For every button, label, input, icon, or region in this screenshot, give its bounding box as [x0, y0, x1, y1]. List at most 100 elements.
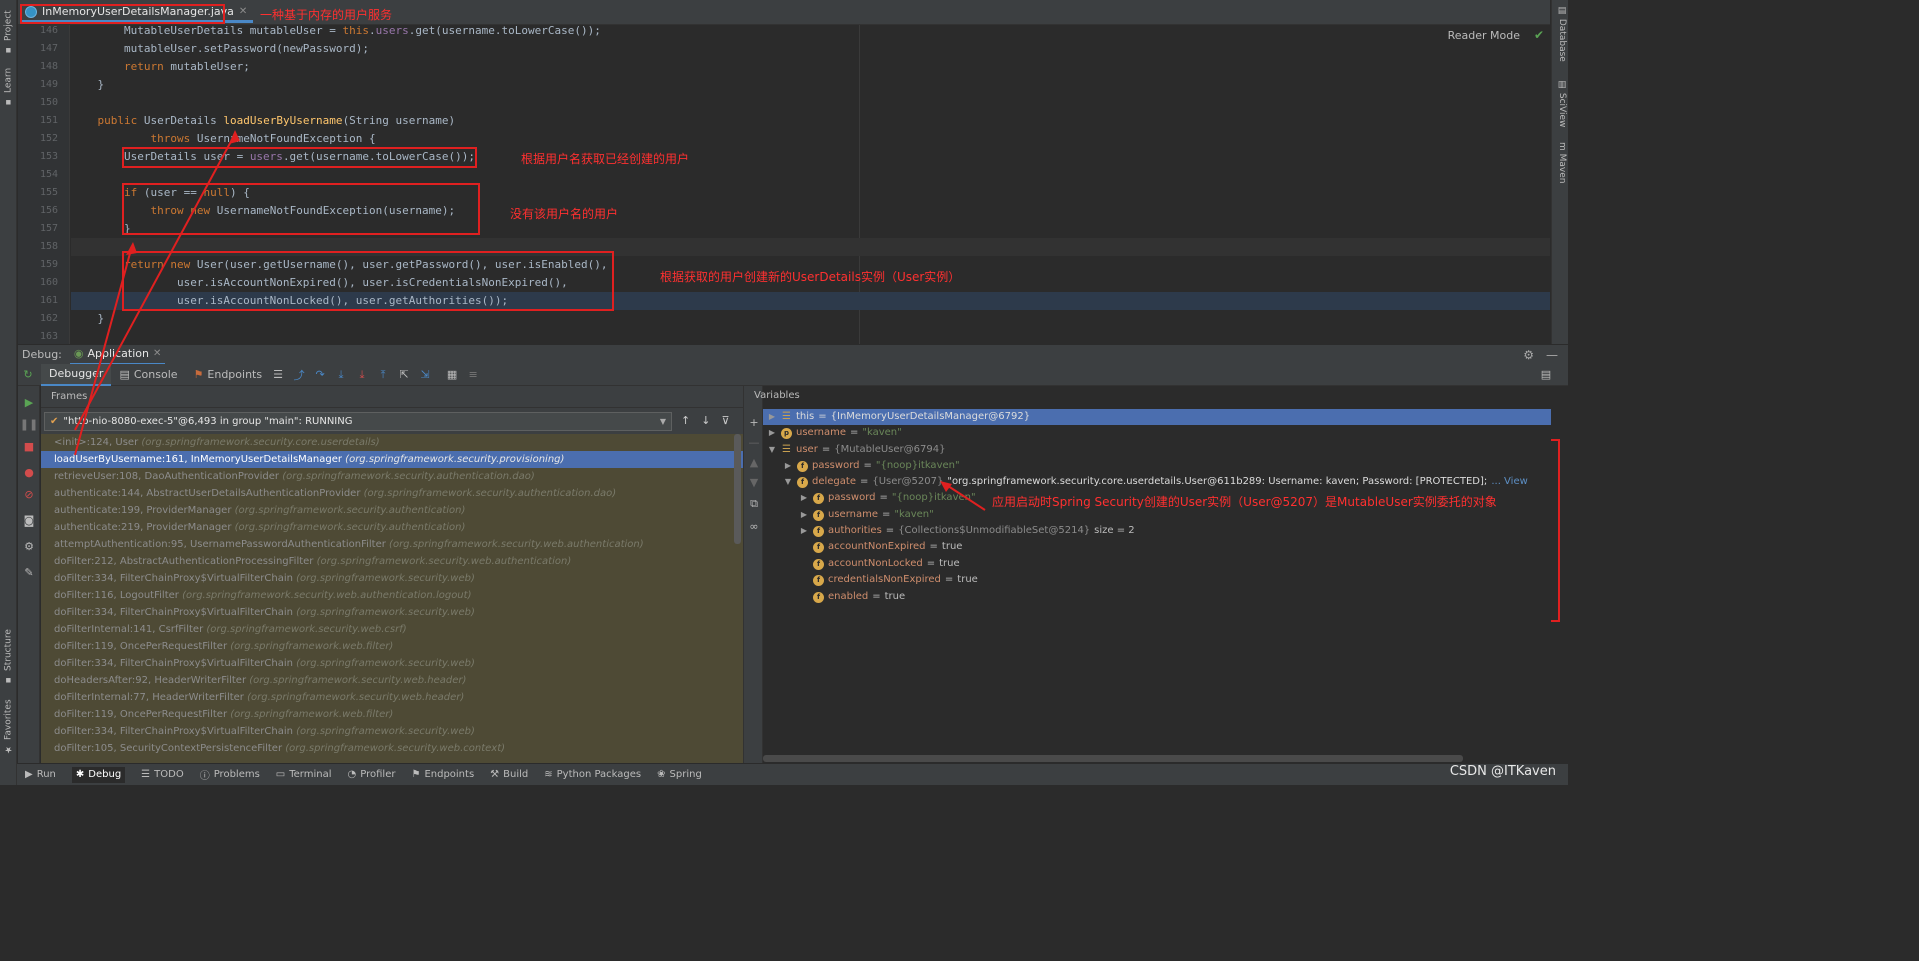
trace-icon[interactable]: ≡: [465, 364, 481, 386]
frame-row[interactable]: doFilterInternal:77, HeaderWriterFilter …: [41, 689, 743, 706]
application-run-tab[interactable]: ◉ Application ✕: [69, 345, 166, 365]
project-tool-tab[interactable]: ▪ Project: [0, 8, 17, 58]
evaluate-icon[interactable]: ▦: [444, 364, 460, 386]
database-tool-tab[interactable]: ▤ Database: [1554, 6, 1567, 62]
frame-row[interactable]: doFilter:334, FilterChainProxy$VirtualFi…: [41, 604, 743, 621]
step-into-icon[interactable]: ⤓: [333, 364, 349, 386]
code-line[interactable]: throws UsernameNotFoundException {: [71, 130, 1550, 148]
frame-row[interactable]: doFilter:119, OncePerRequestFilter (org.…: [41, 638, 743, 655]
frame-row[interactable]: doFilter:212, AbstractAuthenticationProc…: [41, 553, 743, 570]
maven-tool-tab[interactable]: m Maven: [1554, 142, 1567, 184]
code-line[interactable]: mutableUser.setPassword(newPassword);: [71, 40, 1550, 58]
mute-breakpoints-icon[interactable]: ⊘: [21, 486, 37, 502]
code-line[interactable]: return mutableUser;: [71, 58, 1550, 76]
drop-frame-icon[interactable]: ⇱: [396, 364, 412, 386]
var-row-account-non-locked[interactable]: f accountNonLocked = true: [763, 556, 1551, 572]
move-down-icon[interactable]: ▼: [746, 474, 762, 490]
rerun-icon[interactable]: ↻: [20, 364, 36, 386]
code-line[interactable]: MutableUserDetails mutableUser = this.us…: [71, 25, 1550, 40]
pin-icon[interactable]: ✎: [21, 564, 37, 580]
chevron-right-icon[interactable]: ▶: [767, 409, 777, 425]
tab-console[interactable]: ▤ Console: [111, 364, 185, 386]
frame-row[interactable]: doFilter:116, LogoutFilter (org.springfr…: [41, 587, 743, 604]
learn-tool-tab[interactable]: ▪ Learn: [0, 66, 17, 108]
frame-row[interactable]: attemptAuthentication:95, UsernamePasswo…: [41, 536, 743, 553]
frame-row[interactable]: doFilter:105, SecurityContextPersistence…: [41, 740, 743, 757]
close-icon[interactable]: ✕: [153, 348, 161, 359]
step-over-icon[interactable]: ↷: [312, 364, 328, 386]
frame-row[interactable]: authenticate:144, AbstractUserDetailsAut…: [41, 485, 743, 502]
var-row-delegate[interactable]: ▼ f delegate = {User@5207} "org.springfr…: [763, 474, 1551, 490]
chevron-right-icon[interactable]: ▶: [783, 458, 793, 474]
camera-icon[interactable]: ◙: [21, 512, 37, 528]
var-row-authorities[interactable]: ▶ f authorities = {Collections$Unmodifia…: [763, 523, 1551, 539]
code-line[interactable]: [71, 166, 1550, 184]
stop-icon[interactable]: ■: [21, 438, 37, 454]
view-breakpoints-icon[interactable]: ●: [21, 464, 37, 480]
layout-icon[interactable]: ▤: [1538, 364, 1554, 386]
code-line[interactable]: }: [71, 310, 1550, 328]
favorites-tool-tab[interactable]: ★ Favorites: [0, 698, 17, 756]
code-line[interactable]: public UserDetails loadUserByUsername(St…: [71, 112, 1550, 130]
toolwindow-todo[interactable]: ☰ TODO: [141, 769, 184, 780]
frame-row[interactable]: authenticate:219, ProviderManager (org.s…: [41, 519, 743, 536]
view-link[interactable]: ... View: [1491, 474, 1527, 490]
arrow-down-icon[interactable]: ↓: [701, 414, 710, 427]
toolwindow-profiler[interactable]: ◔ Profiler: [348, 769, 396, 780]
frame-row[interactable]: doFilter:119, OncePerRequestFilter (org.…: [41, 706, 743, 723]
filter-icon[interactable]: ⊽: [721, 414, 729, 427]
variables-scrollbar[interactable]: [763, 755, 1463, 762]
toolwindow-problems[interactable]: ⓘ Problems: [200, 767, 260, 782]
frame-row[interactable]: doHeadersAfter:92, HeaderWriterFilter (o…: [41, 672, 743, 689]
var-row-user[interactable]: ▼ ☰ user = {MutableUser@6794}: [763, 442, 1551, 458]
copy-icon[interactable]: ⧉: [746, 496, 762, 512]
remove-watch-icon[interactable]: —: [746, 434, 762, 450]
toolwindow-python-packages[interactable]: ≋ Python Packages: [544, 769, 641, 780]
frame-row[interactable]: doFilter:334, FilterChainProxy$VirtualFi…: [41, 570, 743, 587]
sciview-tool-tab[interactable]: ▥ SciView: [1554, 80, 1567, 127]
tab-endpoints[interactable]: ⚑ Endpoints: [186, 364, 271, 386]
frame-row[interactable]: doFilterInternal:141, CsrfFilter (org.sp…: [41, 621, 743, 638]
var-row-enabled[interactable]: f enabled = true: [763, 589, 1551, 605]
code-line[interactable]: [71, 328, 1550, 345]
frame-row[interactable]: doFilter:334, FilterChainProxy$VirtualFi…: [41, 723, 743, 740]
toolwindow-terminal[interactable]: ▭ Terminal: [276, 769, 332, 780]
structure-tool-tab[interactable]: ▪ Structure: [0, 628, 17, 686]
pause-icon[interactable]: ❚❚: [20, 416, 38, 432]
toolwindow-endpoints[interactable]: ⚑ Endpoints: [411, 769, 474, 780]
frame-row[interactable]: retrieveUser:108, DaoAuthenticationProvi…: [41, 468, 743, 485]
run-to-cursor-icon[interactable]: ⇲: [417, 364, 433, 386]
settings-icon[interactable]: ⚙: [21, 538, 37, 554]
toolwindow-build[interactable]: ⚒ Build: [490, 769, 528, 780]
move-up-icon[interactable]: ▲: [746, 454, 762, 470]
chevron-right-icon[interactable]: ▶: [799, 523, 809, 539]
toolwindow-run[interactable]: ▶ Run: [25, 769, 56, 780]
frame-row[interactable]: <init>:124, User (org.springframework.se…: [41, 434, 743, 451]
reader-mode-toggle[interactable]: Reader Mode: [1448, 29, 1520, 42]
var-row-username[interactable]: ▶ p username = "kaven": [763, 425, 1551, 441]
menu-lines-icon[interactable]: ☰: [270, 364, 286, 386]
frames-list[interactable]: <init>:124, User (org.springframework.se…: [41, 434, 743, 764]
var-row-password[interactable]: ▶ f password = "{noop}itkaven": [763, 458, 1551, 474]
var-row-credentials-non-expired[interactable]: f credentialsNonExpired = true: [763, 572, 1551, 588]
toolwindow-spring[interactable]: ❀ Spring: [657, 769, 702, 780]
close-icon[interactable]: ✕: [239, 6, 247, 17]
resume-icon[interactable]: ▶: [21, 394, 37, 410]
code-line[interactable]: [71, 94, 1550, 112]
chevron-right-icon[interactable]: ▶: [799, 507, 809, 523]
minimize-icon[interactable]: —: [1546, 348, 1558, 362]
tab-debugger[interactable]: Debugger: [41, 363, 112, 386]
code-line[interactable]: }: [71, 76, 1550, 94]
var-row-account-non-expired[interactable]: f accountNonExpired = true: [763, 539, 1551, 555]
chevron-down-icon[interactable]: ▼: [767, 442, 777, 458]
step-out-icon[interactable]: ⤒: [375, 364, 391, 386]
toolwindow-debug[interactable]: ✱ Debug: [71, 766, 126, 783]
chevron-right-icon[interactable]: ▶: [799, 490, 809, 506]
var-row-this[interactable]: ▶ ☰ this = {InMemoryUserDetailsManager@6…: [763, 409, 1551, 425]
frames-scrollbar[interactable]: [734, 434, 741, 544]
arrow-up-icon[interactable]: ↑: [681, 414, 690, 427]
chevron-down-icon[interactable]: ▼: [783, 474, 793, 490]
add-watch-icon[interactable]: +: [746, 414, 762, 430]
frame-row[interactable]: doFilter:334, FilterChainProxy$VirtualFi…: [41, 655, 743, 672]
frame-row[interactable]: loadUserByUsername:161, InMemoryUserDeta…: [41, 451, 743, 468]
